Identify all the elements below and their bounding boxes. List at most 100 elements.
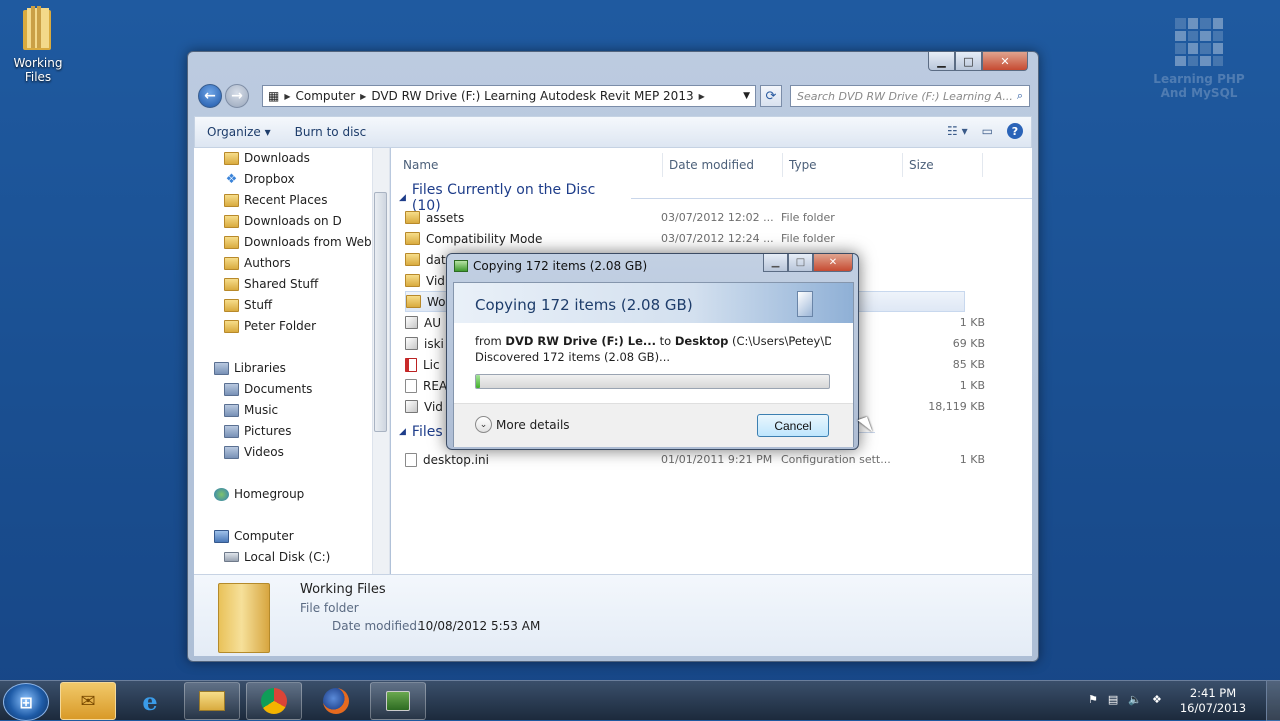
- column-header-date[interactable]: Date modified: [663, 153, 783, 177]
- computer-icon: [214, 529, 229, 543]
- destination-link[interactable]: Desktop: [675, 334, 728, 348]
- copy-source-destination: from DVD RW Drive (F:) Le... to Desktop …: [475, 334, 831, 348]
- nav-pictures[interactable]: Pictures: [224, 424, 292, 438]
- row-size: 85 KB: [952, 358, 985, 371]
- desktop-icon-working-files[interactable]: Working Files: [0, 6, 76, 84]
- from-word: from: [475, 334, 502, 348]
- source-link[interactable]: DVD RW Drive (F:) Le...: [505, 334, 656, 348]
- table-row[interactable]: assets 03/07/2012 12:02 ... File folder: [405, 207, 1025, 228]
- desktop-icon-label: Working Files: [13, 56, 63, 84]
- more-details-label: More details: [496, 417, 570, 432]
- nav-scrollbar-thumb[interactable]: [374, 192, 387, 432]
- row-name: assets: [426, 210, 465, 225]
- taskbar-chrome[interactable]: [246, 682, 302, 720]
- row-name: AU: [424, 315, 441, 330]
- nav-peter-folder[interactable]: Peter Folder: [224, 319, 316, 333]
- burn-to-disc-button[interactable]: Burn to disc: [283, 125, 379, 139]
- nav-label: Downloads from Web: [244, 235, 372, 249]
- dialog-heading: Copying 172 items (2.08 GB): [454, 283, 853, 323]
- nav-dropbox[interactable]: ❖ Dropbox: [224, 172, 295, 186]
- row-date: 03/07/2012 12:24 ...: [661, 232, 774, 245]
- start-button[interactable]: ⊞: [3, 683, 49, 721]
- column-header-name[interactable]: Name: [397, 153, 663, 177]
- preview-pane-icon[interactable]: ▭: [982, 124, 993, 138]
- maximize-button[interactable]: □: [955, 52, 982, 71]
- music-icon: [224, 403, 239, 417]
- column-header-type[interactable]: Type: [783, 153, 903, 177]
- minimize-button[interactable]: ▁: [928, 52, 955, 71]
- nav-computer[interactable]: Computer: [214, 529, 294, 543]
- folder-icon: [405, 232, 420, 245]
- file-copy-icon: [797, 291, 813, 317]
- column-label: Name: [403, 158, 439, 172]
- computer-icon: ▦: [268, 89, 280, 103]
- more-details-toggle[interactable]: ⌄ More details: [475, 416, 570, 433]
- row-type: File folder: [781, 232, 835, 245]
- dialog-close-button[interactable]: ✕: [813, 254, 853, 272]
- internet-explorer-icon: e: [142, 686, 158, 716]
- cancel-button[interactable]: Cancel: [757, 414, 829, 437]
- show-desktop-button[interactable]: [1266, 681, 1280, 721]
- arrow-right-icon: →: [231, 88, 243, 104]
- breadcrumb-chevron-icon[interactable]: ▶: [699, 92, 705, 101]
- flag-icon[interactable]: ⚑: [1088, 693, 1098, 706]
- address-dropdown-icon[interactable]: ▼: [743, 91, 755, 101]
- nav-libraries[interactable]: Libraries: [214, 361, 286, 375]
- pdf-icon: [405, 357, 417, 372]
- table-row[interactable]: desktop.ini 01/01/2011 9:21 PM Configurati…: [405, 449, 1025, 470]
- nav-shared-stuff[interactable]: Shared Stuff: [224, 277, 318, 291]
- row-size: 1 KB: [959, 453, 985, 466]
- nav-label: Computer: [234, 529, 294, 543]
- dialog-maximize-button[interactable]: □: [788, 254, 813, 272]
- nav-downloads-from-web[interactable]: Downloads from Web: [224, 235, 372, 249]
- taskbar-firefox[interactable]: [308, 682, 364, 720]
- search-input[interactable]: Search DVD RW Drive (F:) Learning A... ⌕: [790, 85, 1030, 107]
- taskbar-outlook[interactable]: ✉: [60, 682, 116, 720]
- organize-button[interactable]: Organize ▾: [195, 125, 283, 139]
- taskbar-explorer[interactable]: [184, 682, 240, 720]
- view-options-icon[interactable]: ☷ ▾: [947, 124, 968, 138]
- column-header-size[interactable]: Size: [903, 153, 983, 177]
- folder-icon: [224, 151, 239, 165]
- row-name: Vid: [426, 273, 445, 288]
- row-name: Vid: [424, 399, 443, 414]
- documents-icon: [224, 382, 239, 396]
- breadcrumb-drive[interactable]: DVD RW Drive (F:) Learning Autodesk Revi…: [366, 89, 698, 103]
- nav-homegroup[interactable]: Homegroup: [214, 487, 304, 501]
- nav-label: Documents: [244, 382, 313, 396]
- dropbox-tray-icon[interactable]: ❖: [1152, 693, 1162, 706]
- column-label: Date modified: [669, 158, 755, 172]
- nav-videos[interactable]: Videos: [224, 445, 284, 459]
- back-button[interactable]: ←: [198, 84, 222, 108]
- refresh-button[interactable]: ⟳: [760, 85, 782, 107]
- dialog-caption-buttons: ▁ □ ✕: [763, 254, 853, 272]
- row-name: Compatibility Mode: [426, 231, 543, 246]
- taskbar-internet-explorer[interactable]: e: [122, 682, 178, 720]
- nav-local-disk-c[interactable]: Local Disk (C:): [224, 550, 330, 564]
- address-bar[interactable]: ▦ ▶ Computer ▶ DVD RW Drive (F:) Learnin…: [262, 85, 756, 107]
- row-size: 1 KB: [959, 316, 985, 329]
- nav-downloads-on-d[interactable]: Downloads on D: [224, 214, 342, 228]
- watermark-line2: And MySQL: [1160, 86, 1238, 100]
- breadcrumb-computer[interactable]: Computer: [291, 89, 361, 103]
- clock[interactable]: 2:41 PM 16/07/2013: [1168, 686, 1258, 716]
- nav-downloads[interactable]: Downloads: [224, 151, 310, 165]
- forward-button[interactable]: →: [225, 84, 249, 108]
- dialog-body: Copying 172 items (2.08 GB) from DVD RW …: [453, 282, 854, 447]
- volume-icon[interactable]: 🔈: [1128, 693, 1142, 706]
- taskbar-screen-recorder[interactable]: [370, 682, 426, 720]
- nav-recent-places[interactable]: Recent Places: [224, 193, 327, 207]
- nav-authors[interactable]: Authors: [224, 256, 291, 270]
- network-icon[interactable]: ▤: [1108, 693, 1118, 706]
- search-placeholder: Search DVD RW Drive (F:) Learning A...: [797, 89, 1013, 103]
- nav-documents[interactable]: Documents: [224, 382, 312, 396]
- dialog-minimize-button[interactable]: ▁: [763, 254, 788, 272]
- nav-stuff[interactable]: Stuff: [224, 298, 272, 312]
- table-row[interactable]: Compatibility Mode 03/07/2012 12:24 ... Fi…: [405, 228, 1025, 249]
- nav-music[interactable]: Music: [224, 403, 278, 417]
- outlook-icon: ✉: [80, 690, 96, 712]
- help-icon[interactable]: ?: [1007, 123, 1023, 139]
- destination-path: (C:\Users\Petey\Desktop: [731, 334, 831, 348]
- close-button[interactable]: ✕: [982, 52, 1028, 71]
- nav-label: Dropbox: [244, 172, 295, 186]
